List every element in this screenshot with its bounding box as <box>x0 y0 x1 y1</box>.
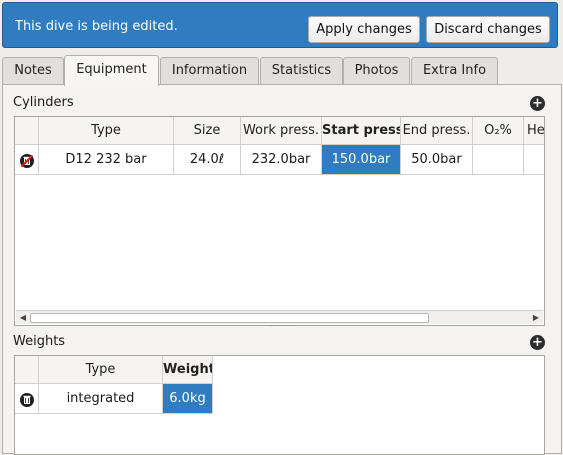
tab-photos[interactable]: Photos <box>343 57 410 84</box>
weights-header-type[interactable]: Type <box>39 356 163 384</box>
cylinder-he-cell[interactable] <box>524 145 544 175</box>
cylinders-header-type[interactable]: Type <box>39 117 174 145</box>
scrollbar-thumb[interactable] <box>30 313 429 323</box>
splitter-handle[interactable] <box>270 325 292 328</box>
apply-changes-button[interactable]: Apply changes <box>308 16 420 43</box>
cylinder-start-press-cell[interactable]: 150.0bar <box>322 145 401 175</box>
tab-notes[interactable]: Notes <box>2 57 64 84</box>
tab-equipment[interactable]: Equipment <box>64 55 159 86</box>
edit-banner-message: This dive is being edited. <box>15 19 178 34</box>
cylinders-label: Cylinders <box>13 95 74 110</box>
tab-information[interactable]: Information <box>160 57 259 84</box>
cylinder-type-cell[interactable]: D12 232 bar <box>39 145 174 175</box>
cylinders-header-o2[interactable]: O₂% <box>473 117 524 145</box>
add-weight-icon[interactable]: + <box>530 335 545 350</box>
cylinder-size-cell[interactable]: 24.0ℓ <box>174 145 241 175</box>
scroll-right-icon[interactable]: ▶ <box>529 311 543 325</box>
discard-changes-button[interactable]: Discard changes <box>426 16 550 43</box>
weights-table: Type Weight integrated 6.0kg <box>14 355 545 455</box>
scroll-left-icon[interactable]: ◀ <box>16 311 30 325</box>
weight-type-cell[interactable]: integrated <box>39 384 163 414</box>
cylinders-table: Type Size Work press. Start press End pr… <box>14 116 545 326</box>
table-row <box>15 145 39 175</box>
cylinders-header-size[interactable]: Size <box>174 117 241 145</box>
weights-header-weight[interactable]: Weight <box>163 356 213 384</box>
cylinders-header-work-press[interactable]: Work press. <box>241 117 322 145</box>
edit-banner: This dive is being edited. Apply changes… <box>2 2 558 48</box>
weight-value-cell[interactable]: 6.0kg <box>163 384 213 414</box>
cylinders-horizontal-scrollbar[interactable]: ◀ ▶ <box>16 310 543 324</box>
weights-label: Weights <box>13 334 66 349</box>
trash-crossed-icon[interactable] <box>19 151 35 174</box>
cylinders-header-he[interactable]: He <box>524 117 544 145</box>
add-cylinder-icon[interactable]: + <box>530 96 545 111</box>
trash-icon[interactable] <box>19 390 35 413</box>
weights-header-action <box>15 356 39 384</box>
cylinder-work-press-cell[interactable]: 232.0bar <box>241 145 322 175</box>
cylinder-o2-cell[interactable] <box>473 145 524 175</box>
cylinder-end-press-cell[interactable]: 50.0bar <box>401 145 473 175</box>
cylinders-header-start-press[interactable]: Start press <box>322 117 401 145</box>
cylinders-header-end-press[interactable]: End press. <box>401 117 473 145</box>
cylinders-header-action <box>15 117 39 145</box>
table-row <box>15 384 39 414</box>
tab-statistics[interactable]: Statistics <box>260 57 343 84</box>
tab-extra-info[interactable]: Extra Info <box>411 57 498 84</box>
